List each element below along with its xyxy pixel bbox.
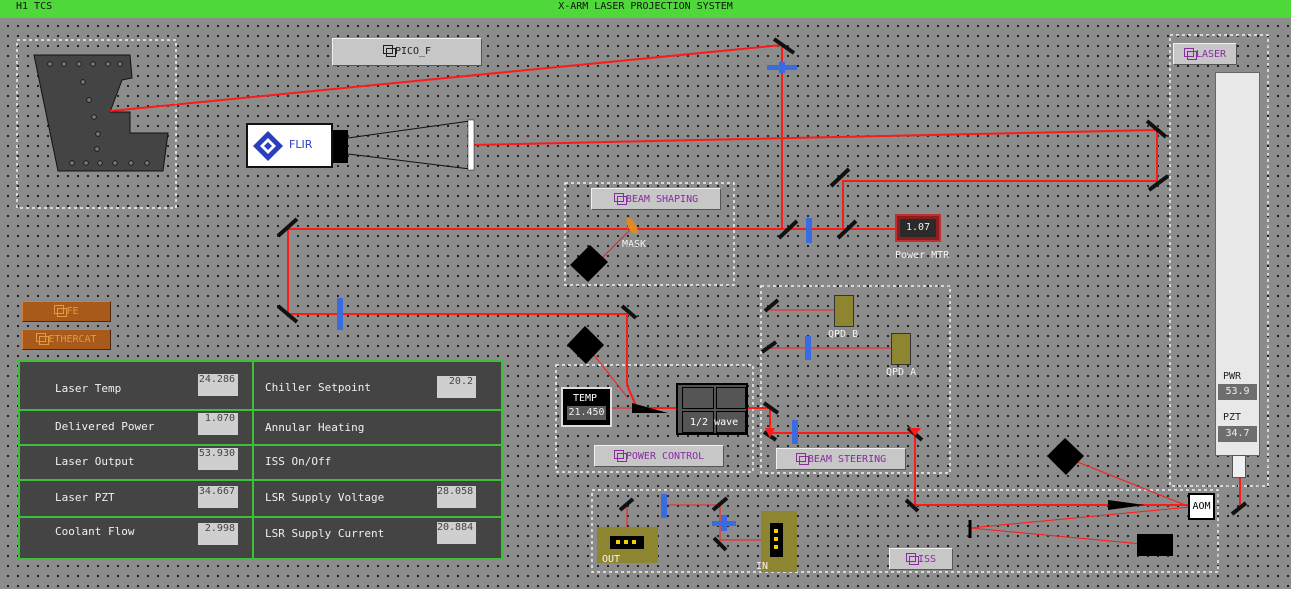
temp-value: 21.450 — [567, 406, 606, 420]
mirror-plate — [33, 54, 169, 172]
flir-logo-icon — [253, 131, 283, 161]
pwr-label: PWR — [1223, 371, 1242, 382]
fe-button[interactable]: FE — [22, 301, 111, 322]
pzt-value: 34.7 — [1218, 426, 1257, 442]
qpd-a-label: QPD A — [886, 367, 917, 378]
aom-box: AOM — [1188, 493, 1215, 520]
flir-camera[interactable]: FLIR — [246, 123, 333, 168]
related-display-icon — [382, 45, 396, 57]
laser-button[interactable]: LASER — [1173, 43, 1237, 65]
beam-steering-box — [760, 285, 951, 474]
laser-output-port — [1232, 455, 1246, 478]
power-control-button[interactable]: POWER CONTROL — [594, 445, 724, 467]
mask-label: MASK — [622, 239, 647, 250]
table-row: Laser Temp 24.286 Chiller Setpoint 20.2 — [20, 362, 501, 411]
table-row: Coolant Flow 2.998 LSR Supply Current 20… — [20, 518, 501, 558]
iss-button[interactable]: ISS — [889, 548, 953, 570]
beam-dumps — [567, 245, 1173, 556]
camera-cone — [333, 119, 475, 171]
table-row: Laser PZT 34.667 LSR Supply Voltage 28.0… — [20, 481, 501, 518]
related-display-icon — [1183, 48, 1197, 60]
half-wave-plate: 1/2 wave — [676, 383, 748, 435]
related-display-icon — [795, 453, 809, 465]
mask-optic — [626, 217, 638, 235]
out-label: OUT — [602, 554, 621, 565]
temp-label: TEMP — [573, 393, 598, 404]
table-row: Laser Output 53.930 ISS On/Off — [20, 446, 501, 481]
pwr-value: 53.9 — [1218, 384, 1257, 400]
qpd-b-label: QPD B — [828, 329, 859, 340]
related-display-icon — [613, 193, 627, 205]
pzt-label: PZT — [1223, 412, 1242, 423]
flir-label: FLIR — [289, 138, 313, 151]
status-table: Laser Temp 24.286 Chiller Setpoint 20.2 … — [18, 360, 503, 560]
beam-steering-button[interactable]: BEAM STEERING — [776, 448, 906, 470]
temp-display: TEMP 21.450 — [561, 387, 612, 427]
power-meter: 1.07 — [895, 214, 941, 242]
in-label: IN — [756, 561, 769, 572]
related-display-icon — [36, 333, 50, 345]
related-display-icon — [54, 305, 68, 317]
table-row: Delivered Power 1.070 Annular Heating — [20, 411, 501, 446]
related-display-icon — [905, 553, 919, 565]
laser-column: PWR 53.9 PZT 34.7 — [1215, 72, 1260, 456]
beam-shaping-button[interactable]: BEAM SHAPING — [591, 188, 721, 210]
half-wave-label: 1/2 wave — [690, 417, 739, 428]
ethercat-button[interactable]: ETHERCAT — [22, 329, 111, 350]
qpd-b-detector — [834, 295, 854, 327]
power-meter-value: 1.07 — [900, 219, 936, 237]
pico-f-button[interactable]: PICO_F — [332, 38, 482, 66]
qpd-a-detector — [891, 333, 911, 365]
related-display-icon — [613, 450, 627, 462]
power-mtr-label: Power MTR — [895, 250, 950, 261]
